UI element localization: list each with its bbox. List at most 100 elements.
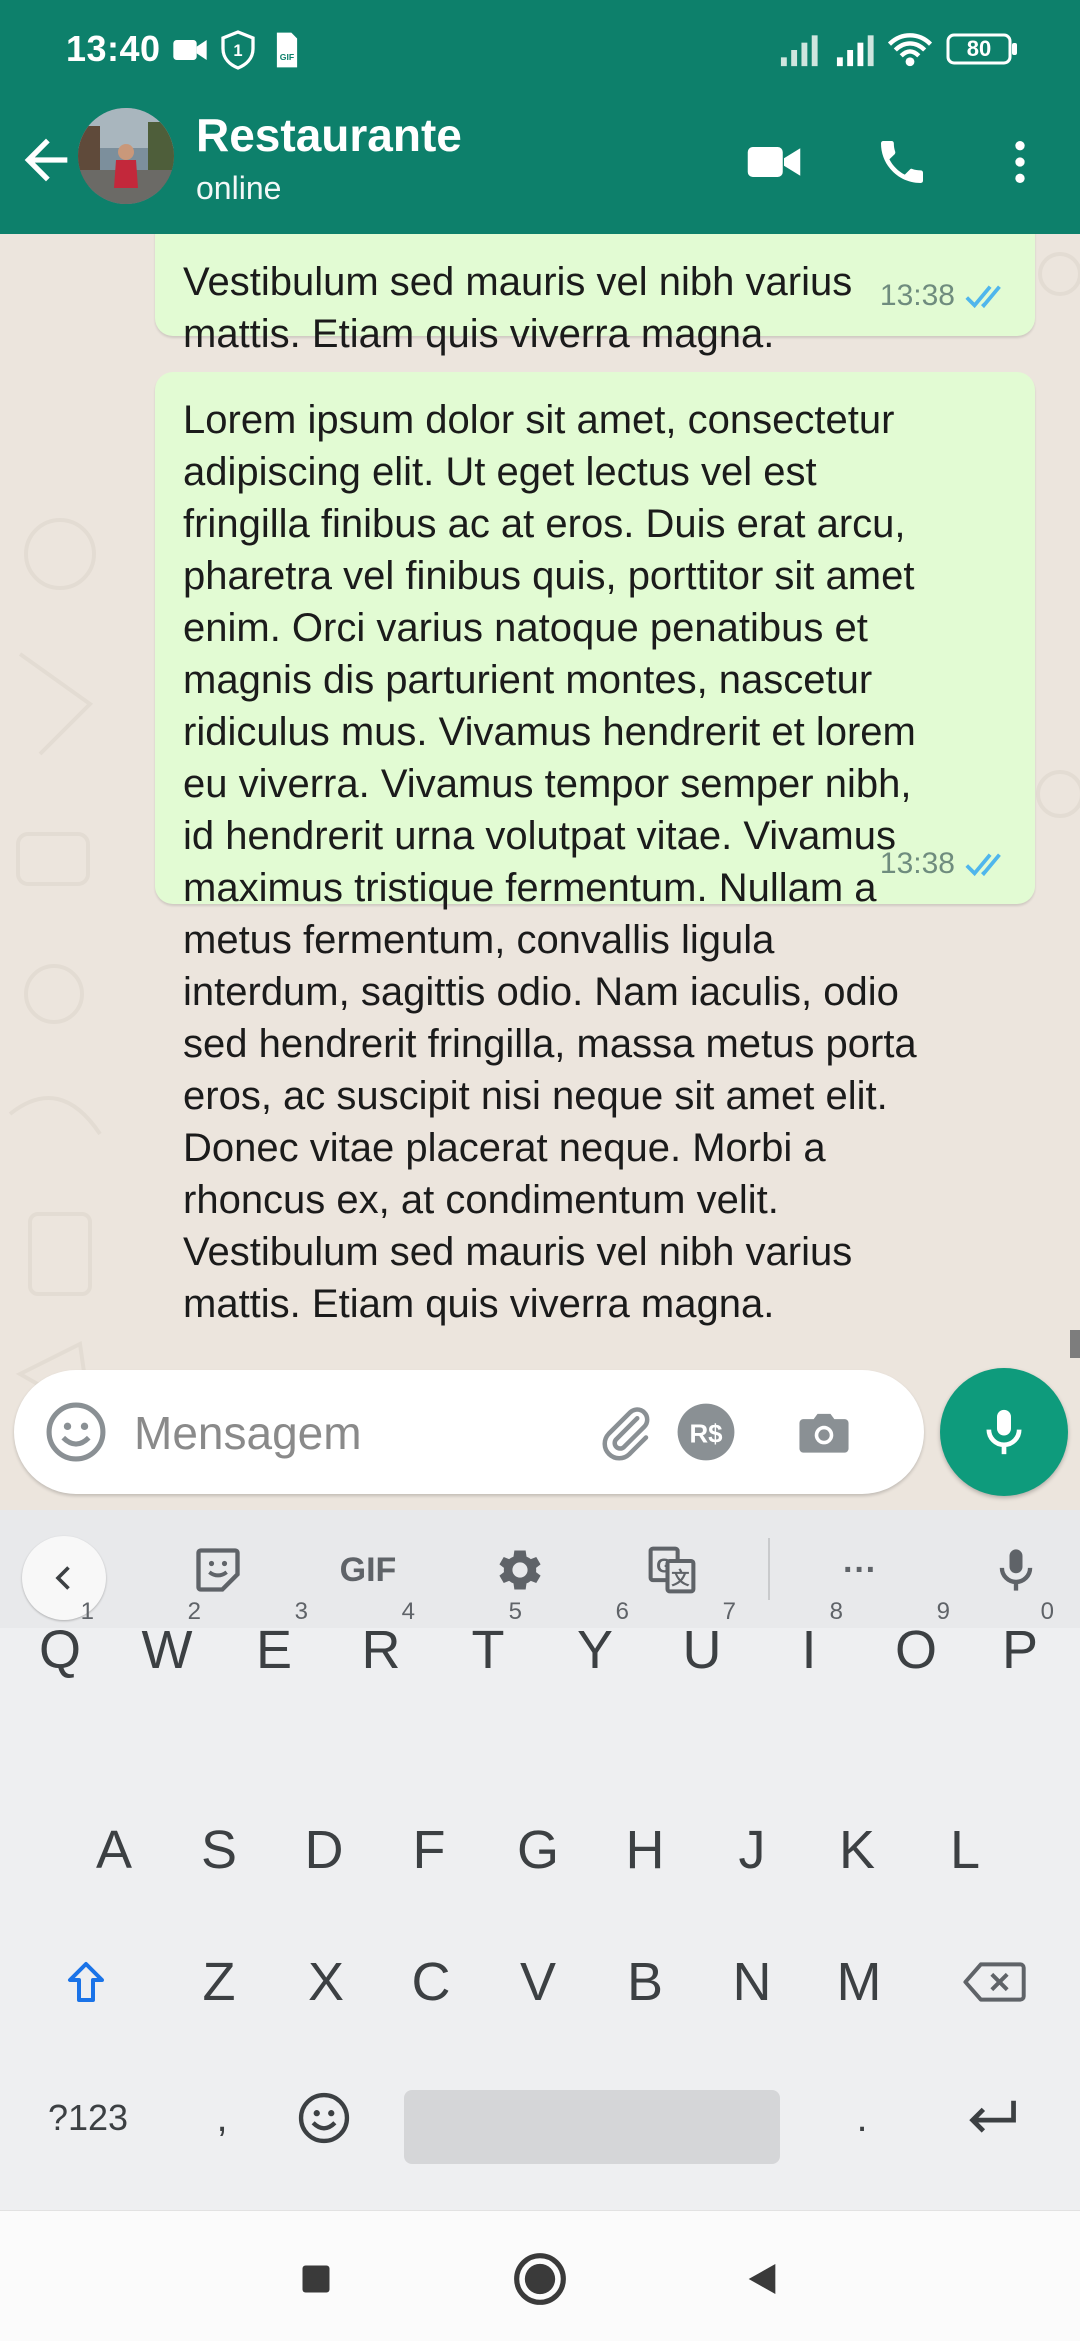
video-call-icon	[170, 30, 210, 75]
signal-icon	[834, 30, 878, 75]
battery-icon: 80	[946, 32, 1020, 71]
key-hint: 6	[615, 1598, 629, 1625]
message-bubble[interactable]: Vestibulum sed mauris vel nibh varius ma…	[155, 234, 1035, 356]
key-label: .	[856, 2095, 868, 2140]
key-c[interactable]: C	[383, 1922, 479, 2042]
key-r[interactable]: R4	[333, 1590, 429, 1710]
signal-icon	[778, 30, 822, 75]
key-hint: 0	[1040, 1598, 1054, 1625]
emoji-button[interactable]	[42, 1398, 110, 1466]
key-y[interactable]: Y6	[547, 1590, 643, 1710]
key-label: ?123	[47, 2097, 129, 2138]
key-o[interactable]: O9	[868, 1590, 964, 1710]
message-time: 13:38	[879, 279, 955, 312]
chat-area[interactable]: Vestibulum sed mauris vel nibh varius ma…	[0, 234, 1080, 1510]
shield-icon: 1	[220, 30, 256, 75]
status-bar: 13:40 1 GIF 80	[0, 0, 1080, 100]
key-label: W	[141, 1620, 193, 1680]
video-camera-icon	[747, 147, 801, 177]
key-k[interactable]: K	[809, 1790, 905, 1910]
space-bar[interactable]	[404, 2090, 780, 2164]
video-call-button[interactable]	[738, 126, 810, 198]
attach-button[interactable]	[590, 1396, 662, 1468]
key-row-1: Q1 W2 E3 R4 T5 Y6 U7 I8 O9 P0	[0, 1590, 1080, 1726]
key-label: H	[625, 1820, 665, 1880]
message-input[interactable]	[132, 1396, 576, 1470]
emoji-key[interactable]	[276, 2058, 372, 2178]
key-label: F	[412, 1820, 446, 1880]
key-e[interactable]: E3	[226, 1590, 322, 1710]
key-a[interactable]: A	[66, 1790, 162, 1910]
key-u[interactable]: U7	[654, 1590, 750, 1710]
translate-icon: G文	[648, 1546, 696, 1594]
key-hint: 8	[829, 1598, 843, 1625]
key-g[interactable]: G	[490, 1790, 586, 1910]
key-label: G	[516, 1820, 559, 1880]
recents-button[interactable]	[276, 2239, 356, 2319]
contact-status: online	[196, 170, 282, 206]
comma-key[interactable]: ,	[174, 2058, 270, 2178]
key-p[interactable]: P0	[972, 1590, 1068, 1710]
home-circle-icon	[514, 2253, 566, 2305]
more-dots-label: ···	[843, 1550, 877, 1589]
gear-icon	[499, 1550, 541, 1590]
key-label: Y	[576, 1620, 614, 1680]
period-key[interactable]: .	[814, 2058, 910, 2178]
microphone-icon	[986, 1409, 1022, 1455]
key-t[interactable]: T5	[440, 1590, 536, 1710]
avatar[interactable]	[78, 108, 174, 204]
key-x[interactable]: X	[278, 1922, 374, 2042]
key-row-3: Z X C V B N M	[0, 1922, 1080, 2058]
shift-key[interactable]	[38, 1922, 134, 2042]
key-d[interactable]: D	[276, 1790, 372, 1910]
double-check-icon	[965, 853, 1001, 877]
svg-text:R$: R$	[689, 1420, 722, 1448]
square-icon	[302, 2265, 330, 2293]
system-nav-bar	[0, 2210, 1080, 2341]
voice-call-button[interactable]	[866, 126, 938, 198]
key-label: R	[361, 1620, 401, 1680]
key-h[interactable]: H	[597, 1790, 693, 1910]
key-n[interactable]: N	[704, 1922, 800, 2042]
wifi-icon	[887, 30, 933, 75]
more-vert-icon	[1015, 141, 1025, 183]
key-v[interactable]: V	[490, 1922, 586, 2042]
message-text: Lorem ipsum dolor sit amet, consectetur …	[183, 398, 917, 1326]
key-j[interactable]: J	[704, 1790, 800, 1910]
key-s[interactable]: S	[171, 1790, 267, 1910]
scrollbar-thumb[interactable]	[1070, 1330, 1080, 1358]
payment-button[interactable]: R$	[670, 1396, 742, 1468]
key-m[interactable]: M	[811, 1922, 907, 2042]
key-l[interactable]: L	[917, 1790, 1013, 1910]
key-q[interactable]: Q1	[12, 1590, 108, 1710]
symbols-key[interactable]: ?123	[34, 2058, 142, 2178]
key-w[interactable]: W2	[119, 1590, 215, 1710]
message-bubble[interactable]: Lorem ipsum dolor sit amet, consectetur …	[155, 372, 1035, 1326]
key-hint: 4	[401, 1598, 415, 1625]
key-label: J	[738, 1820, 766, 1880]
key-hint: 3	[294, 1598, 308, 1625]
message-composer: R$	[14, 1370, 924, 1494]
more-options-button[interactable]	[984, 126, 1056, 198]
key-label: X	[307, 1952, 345, 2012]
enter-key[interactable]	[944, 2058, 1040, 2178]
back-button[interactable]	[14, 128, 78, 192]
back-nav-button[interactable]	[722, 2239, 802, 2319]
backspace-key[interactable]	[946, 1922, 1042, 2042]
key-b[interactable]: B	[597, 1922, 693, 2042]
shift-arrow-icon	[68, 1962, 104, 2002]
key-label: L	[949, 1820, 981, 1880]
return-arrow-icon	[969, 2100, 1016, 2133]
key-label: O	[894, 1620, 937, 1680]
key-label: M	[836, 1952, 882, 2012]
key-label: B	[626, 1952, 664, 2012]
key-label: V	[519, 1952, 557, 2012]
contact-name[interactable]: Restaurante	[196, 108, 462, 162]
key-z[interactable]: Z	[171, 1922, 267, 2042]
camera-button[interactable]	[788, 1396, 860, 1468]
home-button[interactable]	[500, 2239, 580, 2319]
key-f[interactable]: F	[381, 1790, 477, 1910]
key-i[interactable]: I8	[761, 1590, 857, 1710]
key-label: Z	[202, 1952, 236, 2012]
voice-record-button[interactable]	[940, 1368, 1068, 1496]
